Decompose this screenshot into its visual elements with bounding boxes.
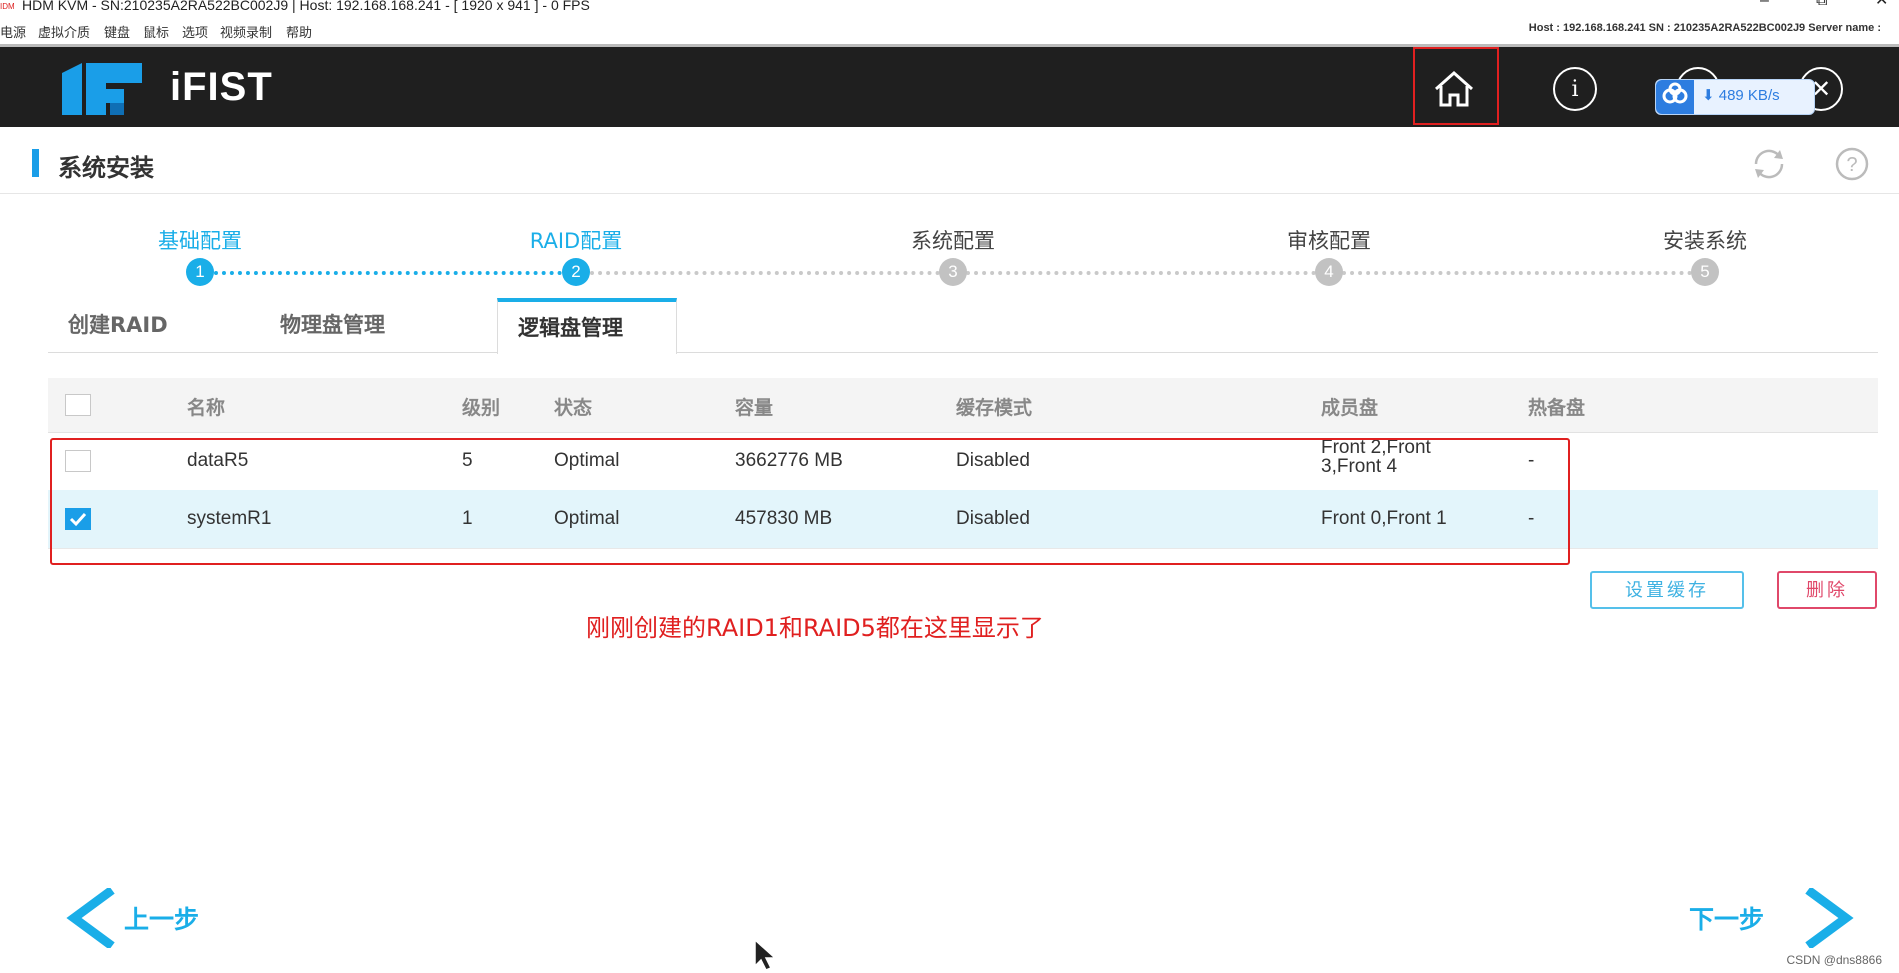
download-speed-widget[interactable]: ⬇ 489 KB/s — [1655, 79, 1815, 115]
column-header-hot-spare: 热备盘 — [1528, 397, 1586, 419]
window-title: HDM KVM - SN:210235A2RA522BC002J9 | Host… — [22, 0, 590, 13]
set-cache-button[interactable]: 设置缓存 — [1590, 571, 1744, 609]
step-1-badge: 1 — [186, 258, 214, 286]
column-header-member-disks: 成员盘 — [1321, 397, 1379, 419]
select-all-checkbox[interactable] — [65, 394, 91, 416]
annotation-highlight-frame — [50, 438, 1570, 565]
chevron-left-icon — [66, 888, 115, 948]
app-logo: IDM — [0, 2, 15, 11]
home-button[interactable] — [1432, 67, 1476, 111]
window-close-button[interactable]: ✕ — [1875, 0, 1888, 9]
cloud-icon — [1656, 80, 1694, 114]
ifist-logo-icon — [62, 63, 142, 115]
table-header: 名称 级别 状态 容量 缓存模式 成员盘 热备盘 — [48, 378, 1878, 433]
minimize-button[interactable]: – — [1760, 0, 1769, 9]
chevron-right-icon — [1805, 888, 1854, 948]
step-progress: 基础配置 1 RAID配置 2 系统配置 3 审核配置 4 安装系统 5 — [0, 225, 1899, 286]
info-button[interactable]: i — [1553, 67, 1597, 111]
home-icon — [1435, 70, 1473, 107]
menu-item-power[interactable]: 电源 — [0, 22, 26, 41]
step-connector — [214, 271, 562, 275]
step-2-label: RAID配置 — [529, 229, 623, 253]
step-connector — [1342, 271, 1692, 275]
step-4-label: 审核配置 — [1287, 229, 1371, 253]
column-header-capacity: 容量 — [735, 397, 774, 419]
previous-step-button[interactable]: 上一步 — [66, 888, 246, 948]
menu-item-help[interactable]: 帮助 — [286, 22, 312, 41]
watermark: CSDN @dns8866 — [1786, 953, 1882, 967]
page-title: 系统安装 — [58, 154, 154, 182]
menu-item-virtual-media[interactable]: 虚拟介质 — [38, 22, 90, 41]
step-5-badge: 5 — [1691, 258, 1719, 286]
column-header-name: 名称 — [187, 397, 226, 419]
menu-item-options[interactable]: 选项 — [182, 22, 208, 41]
info-icon: i — [1571, 76, 1579, 102]
refresh-icon[interactable] — [1750, 147, 1788, 181]
delete-button[interactable]: 删除 — [1777, 571, 1877, 609]
svg-text:?: ? — [1846, 154, 1857, 176]
host-info: Host : 192.168.168.241 SN : 210235A2RA52… — [1528, 22, 1881, 34]
page-title-bar: 系统安装 ? — [0, 127, 1899, 194]
step-5-label: 安装系统 — [1663, 229, 1747, 253]
step-3-badge: 3 — [939, 258, 967, 286]
step-4-badge: 4 — [1315, 258, 1343, 286]
next-step-label: 下一步 — [1689, 905, 1765, 934]
app-header: iFIST i Cn ✕ ⬇ 489 KB/s — [0, 47, 1899, 127]
restore-button[interactable]: ⧉ — [1816, 0, 1827, 9]
step-1-label: 基础配置 — [158, 229, 242, 253]
help-icon[interactable]: ? — [1833, 147, 1871, 181]
tab-logical-disks[interactable]: 逻辑盘管理 — [497, 298, 677, 354]
menu-bar: 电源 虚拟介质 键盘 鼠标 选项 视频录制 帮助 Host : 192.168.… — [0, 20, 1899, 44]
step-2-badge: 2 — [562, 258, 590, 286]
next-step-button[interactable]: 下一步 — [1686, 888, 1866, 948]
annotation-text: 刚刚创建的RAID1和RAID5都在这里显示了 — [586, 614, 1044, 642]
column-header-level: 级别 — [462, 397, 501, 419]
brand-name: iFIST — [170, 65, 273, 109]
previous-step-label: 上一步 — [124, 905, 200, 934]
menu-item-mouse[interactable]: 鼠标 — [143, 22, 169, 41]
title-accent-bar — [32, 149, 39, 177]
mouse-cursor-icon — [754, 938, 777, 971]
tab-physical-disks[interactable]: 物理盘管理 — [280, 298, 385, 352]
raid-tabs: 创建RAID 物理盘管理 逻辑盘管理 — [48, 298, 1878, 354]
column-header-cache-mode: 缓存模式 — [956, 397, 1033, 419]
step-connector — [590, 271, 940, 275]
download-speed: ⬇ 489 KB/s — [1702, 87, 1780, 104]
window-title-bar: IDM HDM KVM - SN:210235A2RA522BC002J9 | … — [0, 0, 1899, 20]
step-3-label: 系统配置 — [911, 229, 995, 253]
menu-item-video-record[interactable]: 视频录制 — [220, 22, 272, 41]
tab-create-raid[interactable]: 创建RAID — [68, 298, 168, 352]
column-header-status: 状态 — [554, 397, 593, 419]
menu-item-keyboard[interactable]: 键盘 — [104, 22, 130, 41]
step-connector — [966, 271, 1316, 275]
